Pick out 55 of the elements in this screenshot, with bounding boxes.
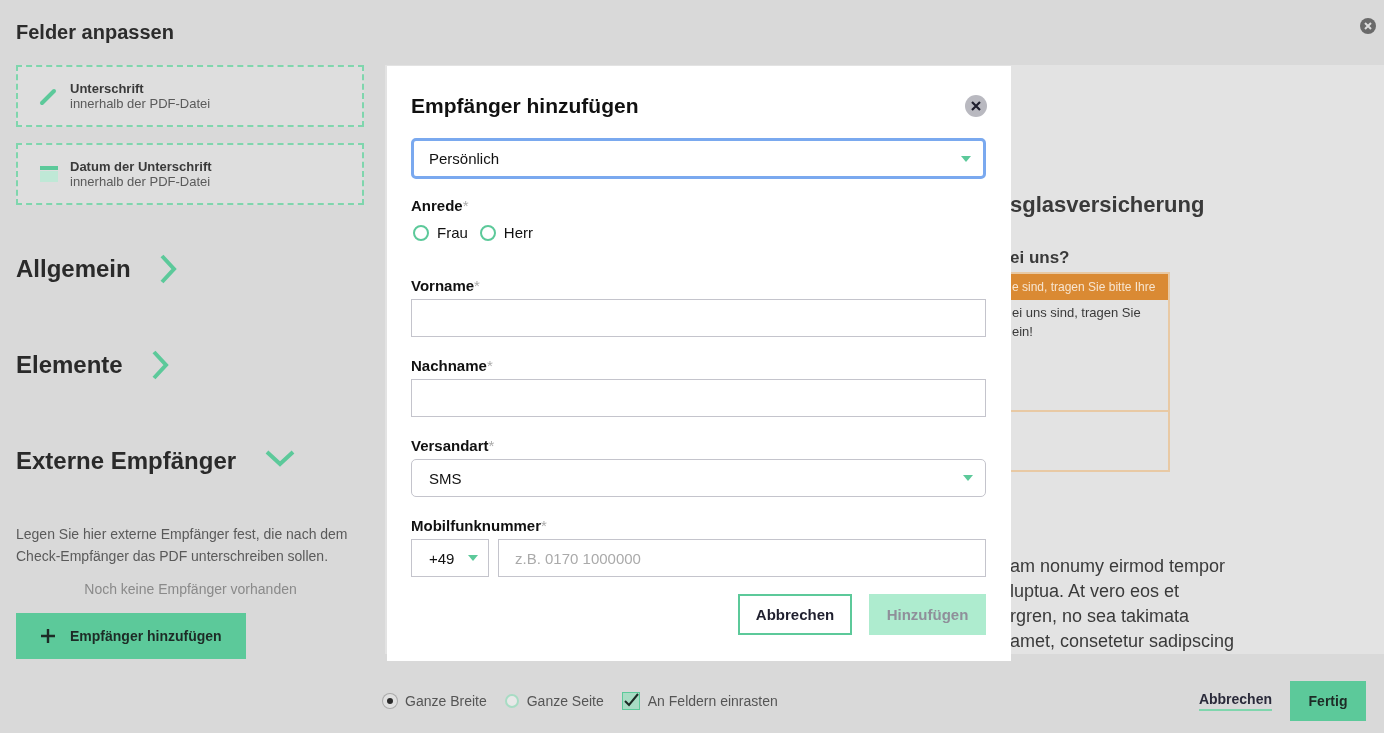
document-heading: sglasversicherung	[1010, 192, 1206, 218]
empty-text: Noch keine Empfänger vorhanden	[83, 581, 298, 597]
add-recipient-button[interactable]: Empfänger hinzufügen	[16, 613, 246, 659]
dropdown-icon	[961, 155, 971, 162]
field-subtitle: innerhalb der PDF-Datei	[70, 174, 212, 189]
cancel-button[interactable]: Abbrechen	[738, 594, 852, 635]
radio-button[interactable]	[479, 224, 496, 241]
country-code-select[interactable]: +49	[411, 539, 489, 577]
input-field[interactable]	[411, 299, 986, 337]
close-icon[interactable]	[965, 95, 987, 117]
checkbox[interactable]	[621, 691, 640, 710]
dialog-title: Empfänger hinzufügen	[411, 94, 639, 118]
calendar-icon	[38, 163, 60, 185]
input-field[interactable]	[411, 379, 986, 417]
section-title[interactable]: Elemente	[16, 351, 123, 379]
field-label: Anrede*	[411, 197, 470, 214]
dropdown-icon	[468, 555, 479, 561]
chevron-right-icon[interactable]	[150, 349, 169, 381]
field-label: Mobilfunknummer*	[411, 517, 548, 534]
field-card[interactable]: Unterschrift innerhalb der PDF-Datei	[16, 65, 364, 127]
paragraph-text: rgren, no sea takimata	[1010, 605, 1191, 628]
document-question: ei uns?	[1010, 248, 1071, 268]
field-title: Datum der Unterschrift	[70, 159, 212, 174]
field-label: Nachname*	[411, 357, 494, 374]
plus-icon	[40, 628, 56, 644]
radio-button[interactable]	[383, 693, 397, 708]
shipping-select[interactable]: SMS	[411, 459, 986, 497]
done-button[interactable]: Fertig	[1290, 680, 1366, 721]
field-subtitle: innerhalb der PDF-Datei	[70, 96, 211, 111]
hint-text: Legen Sie hier externe Empfänger fest, die nach dem Check-Empfänger das PDF unterschreiben sollen.	[16, 525, 349, 566]
section-title[interactable]: Allgemein	[16, 255, 131, 283]
radio-label[interactable]: Herr	[503, 224, 533, 241]
notice-text: ein!	[1012, 323, 1034, 341]
option-label[interactable]: Ganze Breite	[405, 692, 487, 709]
option-label[interactable]: An Feldern einrasten	[647, 692, 778, 709]
radio-label[interactable]: Frau	[437, 224, 468, 241]
chevron-down-icon[interactable]	[264, 449, 297, 467]
field-label: Vorname*	[411, 277, 481, 294]
radio-button[interactable]	[413, 224, 429, 241]
cancel-link[interactable]: Abbrechen	[1198, 690, 1272, 711]
option-label[interactable]: Ganze Seite	[526, 692, 604, 709]
field-card[interactable]: Datum der Unterschrift innerhalb der PDF-Datei	[16, 143, 364, 205]
notice-text: ei uns sind, tragen Sie	[1012, 304, 1142, 322]
page-title: Felder anpassen	[16, 21, 174, 44]
paragraph-text: am nonumy eirmod tempor	[1010, 555, 1227, 578]
section-title[interactable]: Externe Empfänger	[16, 447, 237, 475]
field-label: Versandart*	[411, 437, 496, 454]
chevron-right-icon[interactable]	[158, 253, 177, 285]
dropdown-icon	[963, 475, 973, 481]
type-select[interactable]: Persönlich	[411, 138, 986, 179]
phone-input[interactable]: z.B. 0170 1000000	[498, 539, 986, 577]
paragraph-text: luptua. At vero eos et	[1010, 580, 1181, 603]
paragraph-text: amet, consetetur sadipscing	[1010, 630, 1236, 653]
field-title: Unterschrift	[70, 81, 145, 96]
radio-button[interactable]	[504, 693, 519, 708]
